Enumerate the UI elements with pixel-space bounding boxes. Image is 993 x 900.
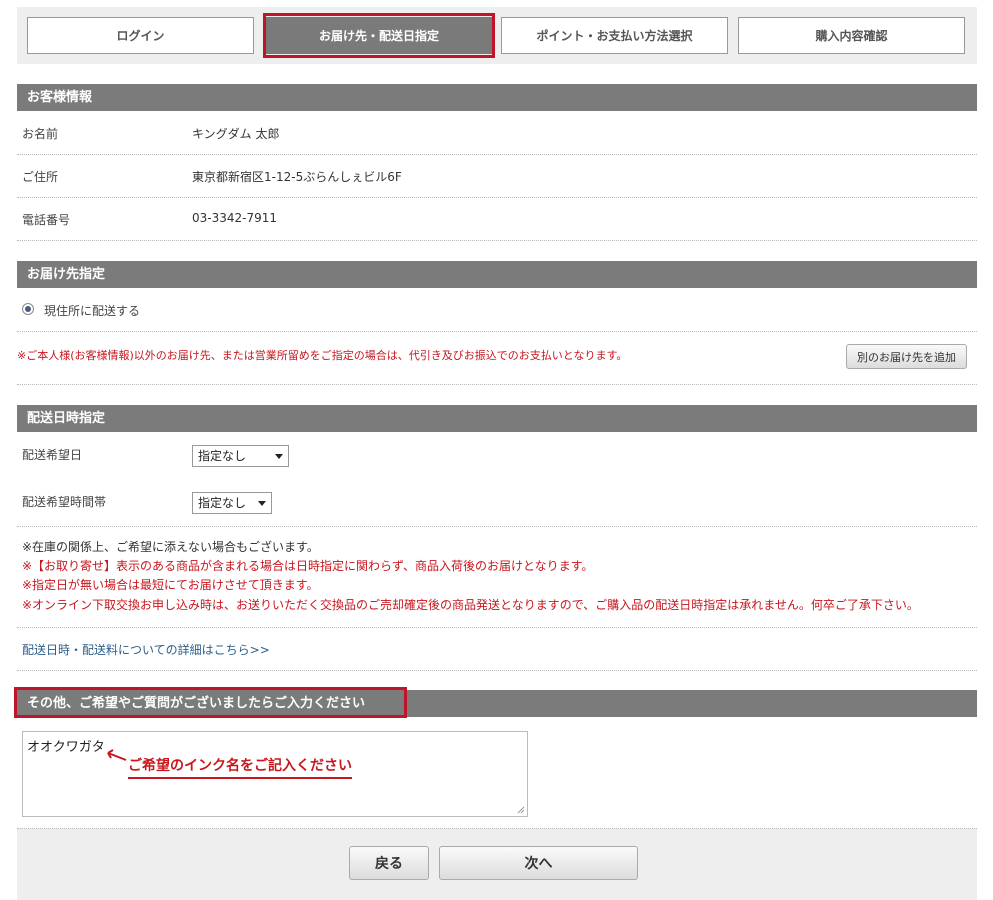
next-button[interactable]: 次へ <box>439 846 638 880</box>
phone-label: 電話番号 <box>22 213 71 227</box>
step-login[interactable]: ログイン <box>27 17 254 54</box>
step-highlight-frame <box>263 13 495 58</box>
divider <box>17 384 977 385</box>
resize-handle-icon[interactable] <box>517 806 525 814</box>
chevron-down-icon <box>275 454 283 459</box>
current-address-radio[interactable] <box>22 303 34 315</box>
schedule-header: 配送日時指定 <box>17 405 977 432</box>
delivery-details-link[interactable]: 配送日時・配送料についての詳細はこちら>> <box>22 641 270 658</box>
address-value: 東京都新宿区1-12-5ぶらんしぇビル6F <box>192 170 402 184</box>
divider <box>17 154 977 155</box>
schedule-note: ※在庫の関係上、ご希望に添えない場合もございます。 <box>22 540 319 554</box>
delivery-header: お届け先指定 <box>17 261 977 288</box>
comments-highlight-frame <box>14 687 407 718</box>
customer-info-header: お客様情報 <box>17 84 977 111</box>
date-select[interactable]: 指定なし <box>192 445 289 467</box>
name-label: お名前 <box>22 127 59 141</box>
divider <box>17 197 977 198</box>
time-select[interactable]: 指定なし <box>192 492 272 514</box>
address-label: ご住所 <box>22 170 59 184</box>
date-select-value: 指定なし <box>198 449 247 463</box>
step-payment[interactable]: ポイント・お支払い方法選択 <box>501 17 728 54</box>
checkout-steps: ログイン お届け先・配送日指定 ポイント・お支払い方法選択 購入内容確認 <box>17 7 977 64</box>
form-footer: 戻る 次へ <box>17 828 977 900</box>
chevron-down-icon <box>258 501 266 506</box>
divider <box>17 627 977 628</box>
phone-value: 03-3342-7911 <box>192 211 278 225</box>
divider <box>17 526 977 527</box>
step-confirm[interactable]: 購入内容確認 <box>738 17 965 54</box>
add-address-button[interactable]: 別のお届け先を追加 <box>846 344 967 369</box>
arrow-left-icon <box>107 749 127 761</box>
name-value: キングダム 太郎 <box>192 127 280 141</box>
time-label: 配送希望時間帯 <box>22 495 107 509</box>
current-address-label[interactable]: 現住所に配送する <box>44 302 140 319</box>
divider <box>17 331 977 332</box>
time-select-value: 指定なし <box>198 496 247 510</box>
date-label: 配送希望日 <box>22 448 83 462</box>
schedule-note: ※オンライン下取交換お申し込み時は、お送りいただく交換品のご売却確定後の商品発送… <box>22 598 919 612</box>
schedule-note: ※指定日が無い場合は最短にてお届けさせて頂きます。 <box>22 578 319 592</box>
back-button[interactable]: 戻る <box>349 846 429 880</box>
divider <box>17 240 977 241</box>
schedule-note: ※【お取り寄せ】表示のある商品が含まれる場合は日時指定に関わらず、商品入荷後のお… <box>22 559 594 573</box>
ink-annotation: ご希望のインク名をご記入ください <box>128 755 352 779</box>
delivery-notice: ※ご本人様(お客様情報)以外のお届け先、または営業所留めをご指定の場合は、代引き… <box>17 349 628 362</box>
divider <box>17 670 977 671</box>
comments-text: オオクワガタ <box>27 740 105 755</box>
